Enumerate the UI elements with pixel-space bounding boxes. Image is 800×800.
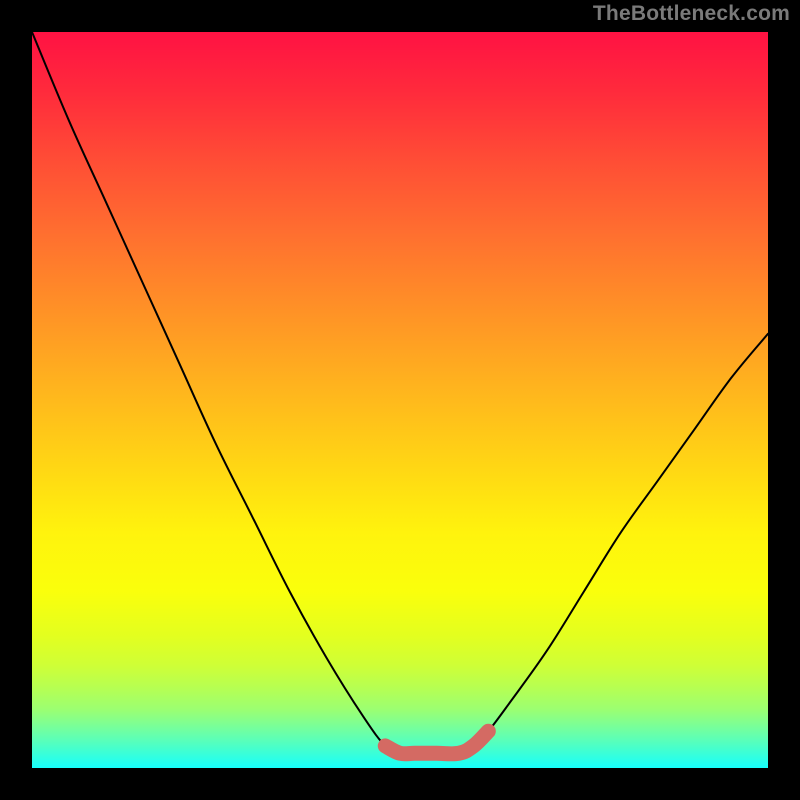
chart-frame: TheBottleneck.com [0, 0, 800, 800]
plateau-marker [385, 731, 488, 754]
plot-area [32, 32, 768, 768]
bottleneck-curve [32, 32, 768, 754]
chart-svg [32, 32, 768, 768]
watermark-text: TheBottleneck.com [593, 2, 790, 26]
